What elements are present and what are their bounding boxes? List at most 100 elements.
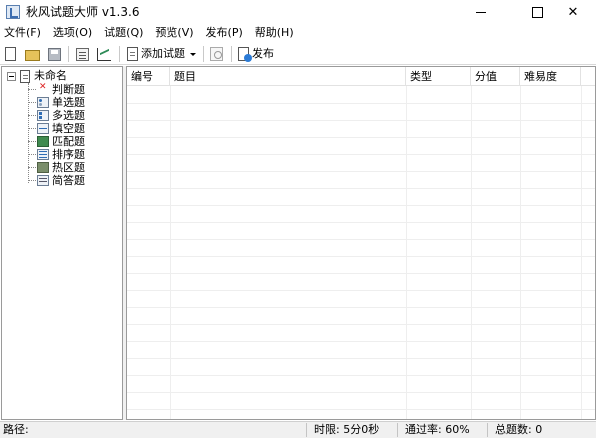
grid-line bbox=[127, 358, 595, 359]
judge-icon bbox=[37, 82, 49, 95]
tree-item-hotspot[interactable]: 热区题 bbox=[28, 161, 85, 174]
matching-icon bbox=[37, 136, 49, 147]
tree-item-judge[interactable]: 判断题 bbox=[28, 82, 85, 96]
column-header-id[interactable]: 编号 bbox=[127, 67, 170, 86]
grid-line bbox=[127, 137, 595, 138]
properties-icon bbox=[76, 47, 89, 61]
preview-icon bbox=[210, 47, 223, 61]
menu-preview[interactable]: 预览(V) bbox=[151, 24, 197, 42]
grid-line bbox=[127, 171, 595, 172]
tree-item-label: 匹配题 bbox=[52, 135, 85, 148]
window-title: 秋风试题大师 v1.3.6 bbox=[26, 5, 140, 19]
ordering-icon bbox=[37, 149, 49, 160]
grid-line bbox=[581, 86, 582, 419]
publish-icon bbox=[238, 47, 252, 62]
menu-bar: 文件(F) 选项(O) 试题(Q) 预览(V) 发布(P) 帮助(H) bbox=[0, 24, 596, 42]
grid-line bbox=[127, 188, 595, 189]
tree-item-multi-choice[interactable]: 多选题 bbox=[28, 109, 85, 122]
column-header-difficulty[interactable]: 难易度 bbox=[520, 67, 581, 86]
list-header: 编号 题目 类型 分值 难易度 bbox=[127, 67, 595, 86]
multi-choice-icon bbox=[37, 110, 49, 121]
new-file-icon bbox=[5, 47, 16, 61]
document-icon bbox=[20, 69, 30, 83]
menu-options[interactable]: 选项(O) bbox=[49, 24, 96, 42]
tree-item-label: 判断题 bbox=[52, 83, 85, 96]
save-button[interactable] bbox=[48, 45, 61, 63]
grid-line bbox=[127, 154, 595, 155]
tree-item-label: 填空题 bbox=[52, 122, 85, 135]
grid-line bbox=[127, 222, 595, 223]
tree-item-matching[interactable]: 匹配题 bbox=[28, 135, 85, 148]
grid-line bbox=[170, 86, 171, 419]
question-tree[interactable]: 未命名 判断题 单选题 多选题 填空题 匹配题 排序题 热区题 简答题 bbox=[1, 66, 123, 420]
title-bar: 秋风试题大师 v1.3.6 ✕ bbox=[0, 0, 596, 24]
grid-line bbox=[127, 307, 595, 308]
app-icon bbox=[6, 5, 20, 19]
status-separator bbox=[306, 423, 307, 437]
tree-item-single-choice[interactable]: 单选题 bbox=[28, 96, 85, 109]
save-icon bbox=[48, 47, 61, 61]
close-button[interactable]: ✕ bbox=[550, 0, 596, 24]
toolbar-separator bbox=[231, 46, 232, 62]
grid-line bbox=[471, 86, 472, 419]
grid-line bbox=[127, 341, 595, 342]
grid-line bbox=[127, 273, 595, 274]
toolbar-separator bbox=[203, 46, 204, 62]
status-time-limit: 时限: 5分0秒 bbox=[314, 423, 380, 436]
tree-item-fill-blank[interactable]: 填空题 bbox=[28, 122, 85, 135]
status-total-questions: 总题数: 0 bbox=[495, 423, 543, 436]
status-separator bbox=[397, 423, 398, 437]
grid-line bbox=[406, 86, 407, 419]
column-header-score[interactable]: 分值 bbox=[471, 67, 520, 86]
tree-root-label: 未命名 bbox=[34, 69, 67, 82]
tree-item-label: 排序题 bbox=[52, 148, 85, 161]
toolbar: 添加试题 发布 bbox=[0, 43, 596, 65]
tree-item-label: 简答题 bbox=[52, 174, 85, 187]
grid-line bbox=[127, 120, 595, 121]
short-answer-icon bbox=[37, 175, 49, 186]
list-body[interactable] bbox=[127, 86, 595, 419]
statistics-button[interactable] bbox=[97, 45, 111, 63]
column-header-question[interactable]: 题目 bbox=[170, 67, 406, 86]
question-list[interactable]: 编号 题目 类型 分值 难易度 bbox=[126, 66, 596, 420]
document-icon bbox=[127, 47, 138, 61]
status-pass-rate: 通过率: 60% bbox=[405, 423, 470, 436]
menu-questions[interactable]: 试题(Q) bbox=[100, 24, 147, 42]
grid-line bbox=[520, 86, 521, 419]
publish-label: 发布 bbox=[252, 47, 274, 60]
menu-help[interactable]: 帮助(H) bbox=[251, 24, 298, 42]
column-header-type[interactable]: 类型 bbox=[406, 67, 471, 86]
publish-button[interactable]: 发布 bbox=[238, 45, 274, 63]
grid-line bbox=[127, 256, 595, 257]
tree-item-label: 单选题 bbox=[52, 96, 85, 109]
properties-button[interactable] bbox=[76, 45, 89, 63]
grid-line bbox=[127, 409, 595, 410]
tree-item-label: 多选题 bbox=[52, 109, 85, 122]
collapse-icon[interactable] bbox=[7, 71, 16, 81]
status-bar: 路径: 时限: 5分0秒 通过率: 60% 总题数: 0 bbox=[0, 421, 596, 438]
grid-line bbox=[127, 103, 595, 104]
menu-publish[interactable]: 发布(P) bbox=[202, 24, 247, 42]
grid-line bbox=[127, 239, 595, 240]
add-question-button[interactable]: 添加试题 bbox=[127, 45, 196, 63]
new-button[interactable] bbox=[5, 45, 16, 63]
menu-file[interactable]: 文件(F) bbox=[0, 24, 45, 42]
tree-item-short-answer[interactable]: 简答题 bbox=[28, 174, 85, 187]
single-choice-icon bbox=[37, 97, 49, 108]
tree-item-ordering[interactable]: 排序题 bbox=[28, 148, 85, 161]
open-folder-icon bbox=[25, 50, 40, 61]
grid-line bbox=[127, 392, 595, 393]
grid-line bbox=[127, 324, 595, 325]
status-path: 路径: bbox=[3, 423, 29, 436]
tree-item-label: 热区题 bbox=[52, 161, 85, 174]
preview-button[interactable] bbox=[210, 45, 223, 63]
grid-line bbox=[127, 375, 595, 376]
grid-line bbox=[127, 205, 595, 206]
open-button[interactable] bbox=[25, 45, 40, 63]
minimize-button[interactable] bbox=[458, 0, 504, 24]
tree-root[interactable]: 未命名 bbox=[7, 69, 67, 83]
status-separator bbox=[487, 423, 488, 437]
chart-icon bbox=[97, 47, 111, 61]
chevron-down-icon[interactable] bbox=[190, 52, 196, 56]
hotspot-icon bbox=[37, 162, 49, 173]
